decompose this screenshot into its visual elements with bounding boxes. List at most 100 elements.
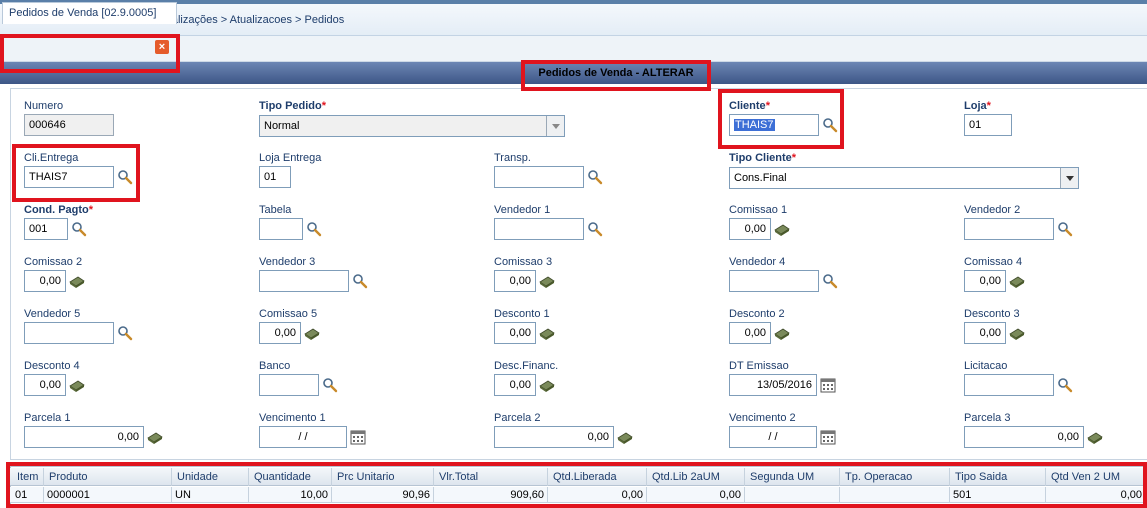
cell-tp-operacao[interactable] bbox=[840, 487, 950, 503]
numero-field[interactable]: 000646 bbox=[24, 114, 114, 136]
label-vendedor1: Vendedor 1 bbox=[494, 204, 551, 216]
calculator-icon[interactable] bbox=[1009, 273, 1025, 289]
licitacao-field[interactable] bbox=[964, 374, 1054, 396]
calculator-icon[interactable] bbox=[1009, 325, 1025, 341]
label-cond-pagto: Cond. Pagto* bbox=[24, 204, 94, 216]
calculator-icon[interactable] bbox=[774, 221, 790, 237]
label-tabela: Tabela bbox=[259, 204, 292, 216]
calendar-icon[interactable] bbox=[820, 429, 836, 445]
search-icon[interactable] bbox=[71, 221, 87, 237]
search-icon[interactable] bbox=[587, 169, 603, 185]
cell-vlr-total[interactable]: 909,60 bbox=[434, 487, 548, 503]
cell-qtd-lib-2aum[interactable]: 0,00 bbox=[647, 487, 745, 503]
desc-financ-field[interactable]: 0,00 bbox=[494, 374, 536, 396]
column-header-quantidade[interactable]: Quantidade bbox=[249, 468, 332, 486]
parcela1-field[interactable]: 0,00 bbox=[24, 426, 144, 448]
column-header-qtd-liberada[interactable]: Qtd.Liberada bbox=[548, 468, 647, 486]
calculator-icon[interactable] bbox=[774, 325, 790, 341]
loja-entrega-field[interactable]: 01 bbox=[259, 166, 291, 188]
calculator-icon[interactable] bbox=[539, 273, 555, 289]
desconto1-field[interactable]: 0,00 bbox=[494, 322, 536, 344]
search-icon[interactable] bbox=[1057, 221, 1073, 237]
vendedor1-field[interactable] bbox=[494, 218, 584, 240]
search-icon[interactable] bbox=[352, 273, 368, 289]
calculator-icon[interactable] bbox=[539, 377, 555, 393]
label-comissao3: Comissao 3 bbox=[494, 256, 553, 268]
column-header-item[interactable]: Item bbox=[12, 468, 44, 486]
cli-entrega-field[interactable]: THAIS7 bbox=[24, 166, 114, 188]
cell-produto[interactable]: 0000001 bbox=[44, 487, 172, 503]
comissao4-field[interactable]: 0,00 bbox=[964, 270, 1006, 292]
vencimento2-field[interactable]: / / bbox=[729, 426, 817, 448]
label-dt-emissao: DT Emissao bbox=[729, 360, 789, 372]
vendedor5-field[interactable] bbox=[24, 322, 114, 344]
comissao2-field[interactable]: 0,00 bbox=[24, 270, 66, 292]
column-header-unidade[interactable]: Unidade bbox=[172, 468, 249, 486]
cell-segunda-um[interactable] bbox=[745, 487, 840, 503]
window-title: Pedidos de Venda - ALTERAR bbox=[538, 67, 694, 79]
label-parcela1: Parcela 1 bbox=[24, 412, 71, 424]
parcela3-field[interactable]: 0,00 bbox=[964, 426, 1084, 448]
calculator-icon[interactable] bbox=[617, 429, 633, 445]
search-icon[interactable] bbox=[822, 117, 838, 133]
vendedor2-field[interactable] bbox=[964, 218, 1054, 240]
cell-tipo-saida[interactable]: 501 bbox=[950, 487, 1046, 503]
cell-qtd-ven-2-um[interactable]: 0,00 bbox=[1046, 487, 1145, 503]
desconto2-field[interactable]: 0,00 bbox=[729, 322, 771, 344]
close-tab-icon[interactable]: × bbox=[155, 40, 169, 54]
label-tipo-pedido: Tipo Pedido* bbox=[259, 100, 327, 112]
cell-prc-unitario[interactable]: 90,96 bbox=[332, 487, 434, 503]
cell-qtd-liberada[interactable]: 0,00 bbox=[548, 487, 647, 503]
comissao5-field[interactable]: 0,00 bbox=[259, 322, 301, 344]
search-icon[interactable] bbox=[117, 325, 133, 341]
vendedor4-field[interactable] bbox=[729, 270, 819, 292]
calculator-icon[interactable] bbox=[69, 273, 85, 289]
comissao3-field[interactable]: 0,00 bbox=[494, 270, 536, 292]
cell-quantidade[interactable]: 10,00 bbox=[249, 487, 332, 503]
search-icon[interactable] bbox=[306, 221, 322, 237]
transp-field[interactable] bbox=[494, 166, 584, 188]
column-header-prc-unitario[interactable]: Prc Unitario bbox=[332, 468, 434, 486]
vencimento1-field[interactable]: / / bbox=[259, 426, 347, 448]
calculator-icon[interactable] bbox=[1087, 429, 1103, 445]
search-icon[interactable] bbox=[587, 221, 603, 237]
cell-item[interactable]: 01 bbox=[12, 487, 44, 503]
cell-unidade[interactable]: UN bbox=[172, 487, 249, 503]
loja-field[interactable]: 01 bbox=[964, 114, 1012, 136]
desconto4-field[interactable]: 0,00 bbox=[24, 374, 66, 396]
label-tipo-cliente: Tipo Cliente* bbox=[729, 152, 797, 164]
vendedor3-field[interactable] bbox=[259, 270, 349, 292]
column-header-qtd-ven-2-um[interactable]: Qtd Ven 2 UM bbox=[1046, 468, 1145, 486]
cond-pagto-field[interactable]: 001 bbox=[24, 218, 68, 240]
tipo-pedido-select[interactable]: Normal bbox=[259, 115, 565, 137]
tab-pedidos-de-venda[interactable]: Pedidos de Venda [02.9.0005] bbox=[2, 2, 178, 24]
banco-field[interactable] bbox=[259, 374, 319, 396]
search-icon[interactable] bbox=[117, 169, 133, 185]
column-header-segunda-um[interactable]: Segunda UM bbox=[745, 468, 840, 486]
search-icon[interactable] bbox=[822, 273, 838, 289]
label-parcela3: Parcela 3 bbox=[964, 412, 1011, 424]
dt-emissao-field[interactable]: 13/05/2016 bbox=[729, 374, 817, 396]
search-icon[interactable] bbox=[1057, 377, 1073, 393]
column-header-qtd-lib-2aum[interactable]: Qtd.Lib 2aUM bbox=[647, 468, 745, 486]
label-desc-financ: Desc.Financ. bbox=[494, 360, 559, 372]
calendar-icon[interactable] bbox=[350, 429, 366, 445]
search-icon[interactable] bbox=[322, 377, 338, 393]
column-header-tp-operacao[interactable]: Tp. Operacao bbox=[840, 468, 950, 486]
calendar-icon[interactable] bbox=[820, 377, 836, 393]
tipo-cliente-select[interactable]: Cons.Final bbox=[729, 167, 1079, 189]
chevron-down-icon[interactable] bbox=[546, 116, 564, 136]
tabela-field[interactable] bbox=[259, 218, 303, 240]
calculator-icon[interactable] bbox=[539, 325, 555, 341]
cliente-field[interactable]: THAIS7 bbox=[729, 114, 819, 136]
calculator-icon[interactable] bbox=[69, 377, 85, 393]
calculator-icon[interactable] bbox=[304, 325, 320, 341]
column-header-tipo-saida[interactable]: Tipo Saida bbox=[950, 468, 1046, 486]
comissao1-field[interactable]: 0,00 bbox=[729, 218, 771, 240]
column-header-vlr-total[interactable]: Vlr.Total bbox=[434, 468, 548, 486]
parcela2-field[interactable]: 0,00 bbox=[494, 426, 614, 448]
desconto3-field[interactable]: 0,00 bbox=[964, 322, 1006, 344]
chevron-down-icon[interactable] bbox=[1060, 168, 1078, 188]
column-header-produto[interactable]: Produto bbox=[44, 468, 172, 486]
calculator-icon[interactable] bbox=[147, 429, 163, 445]
